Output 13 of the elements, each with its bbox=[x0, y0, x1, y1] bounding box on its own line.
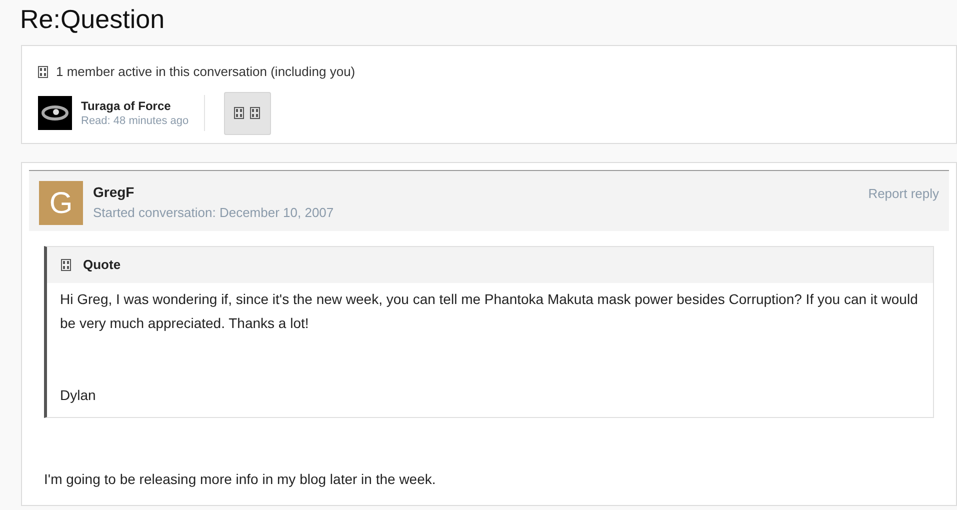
quote-text: Hi Greg, I was wondering if, since it's the new week, you can tell me Phantoka Makuta mask power besides Corruption? If you can it would be very much appreciated. Thanks a lot! bbox=[60, 290, 919, 333]
member-name[interactable]: Turaga of Force bbox=[81, 98, 189, 114]
message-body: I'm going to be releasing more info in my blog later in the week. bbox=[44, 470, 437, 489]
started-date: Started conversation: December 10, 2007 bbox=[93, 204, 334, 222]
quote-label: Quote bbox=[83, 256, 121, 274]
invite-button[interactable] bbox=[224, 92, 271, 134]
author-avatar: G bbox=[39, 181, 83, 225]
page-title: Re:Question bbox=[20, 3, 166, 35]
author-name[interactable]: GregF bbox=[93, 183, 334, 201]
read-time: Read: 48 minutes ago bbox=[81, 114, 189, 128]
quote-text: Dylan bbox=[60, 386, 97, 405]
members-summary: 1 member active in this conversation (including you) bbox=[56, 63, 356, 81]
member-avatar bbox=[38, 96, 72, 130]
